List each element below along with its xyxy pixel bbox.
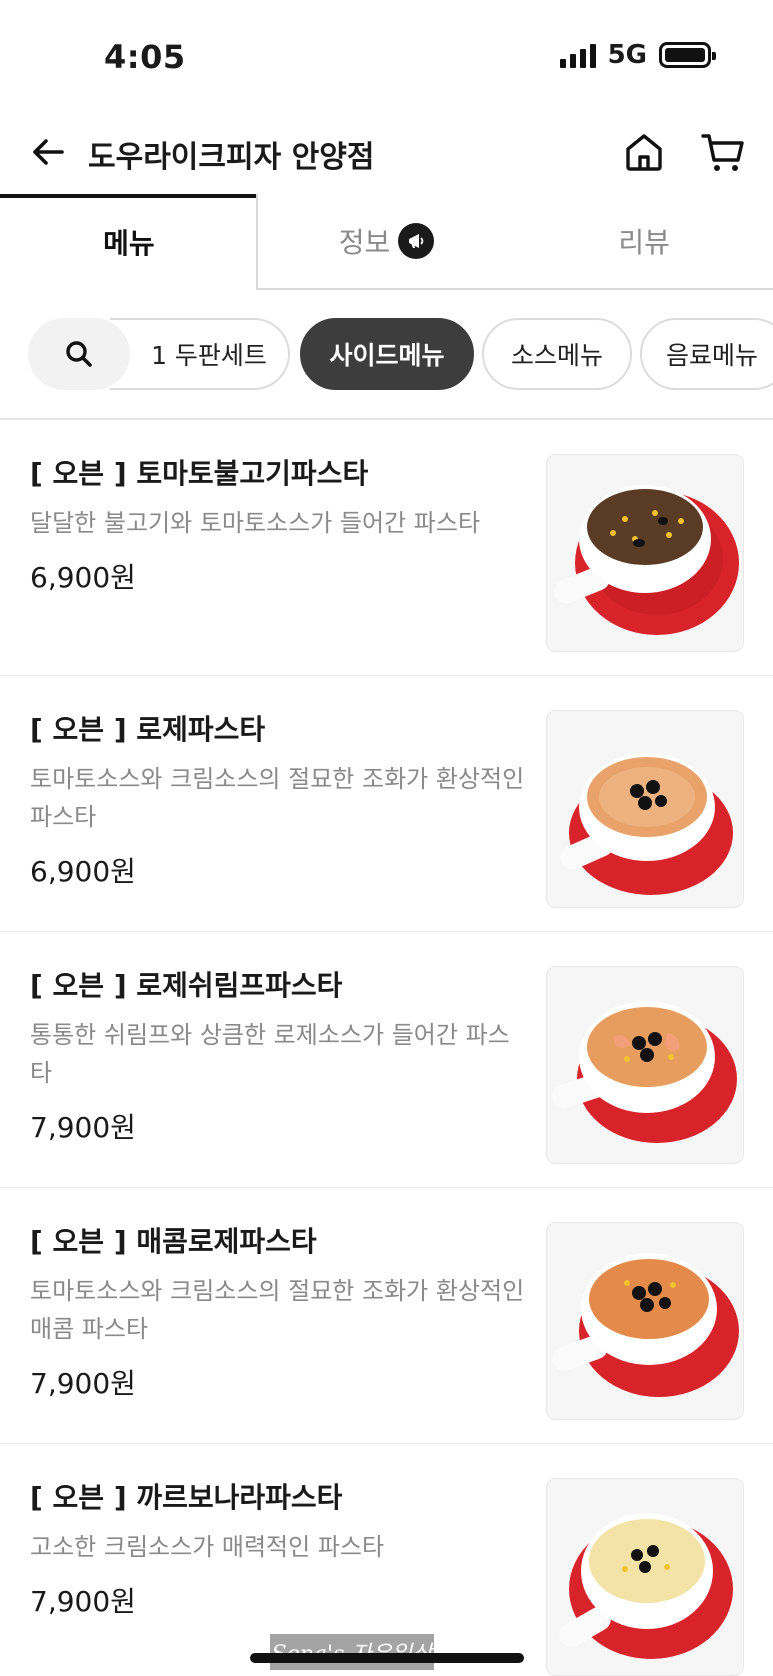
chip-side-menu[interactable]: 사이드메뉴	[300, 318, 474, 390]
home-indicator	[250, 1653, 524, 1663]
signal-icon	[559, 42, 596, 68]
status-indicators: 5G	[559, 40, 716, 70]
store-title: 도우라이크피자 안양점	[88, 140, 375, 175]
item-description: 토마토소스와 크림소스의 절묘한 조화가 환상적인 매콤 파스타	[30, 1277, 525, 1343]
spicy-rose-pasta-image	[546, 1222, 744, 1420]
item-name: [ 오븐 ] 까르보나라파스타	[30, 1481, 343, 1514]
item-name: [ 오븐 ] 로제쉬림프파스타	[30, 969, 343, 1002]
back-arrow-icon[interactable]	[28, 132, 68, 172]
megaphone-icon	[398, 223, 435, 259]
menu-item[interactable]: [ 오븐 ] 토마토불고기파스타 달달한 불고기와 토마토소스가 들어간 파스타…	[0, 420, 773, 676]
chip-drink-menu[interactable]: 음료메뉴	[640, 318, 773, 390]
category-chips: 1 두판세트 사이드메뉴 소스메뉴 음료메뉴	[0, 318, 773, 392]
rose-pasta-image	[546, 710, 744, 908]
tab-reviews[interactable]: 리뷰	[515, 194, 773, 290]
item-description: 토마토소스와 크림소스의 절묘한 조화가 환상적인 파스타	[30, 765, 525, 831]
store-tabs: 메뉴 정보 리뷰	[0, 194, 773, 290]
menu-list: [ 오븐 ] 토마토불고기파스타 달달한 불고기와 토마토소스가 들어간 파스타…	[0, 420, 773, 1676]
cart-icon[interactable]	[700, 130, 746, 174]
item-price: 7,900원	[30, 1111, 136, 1144]
carbonara-pasta-image	[546, 1478, 744, 1676]
item-price: 7,900원	[30, 1367, 136, 1400]
status-time: 4:05	[104, 38, 186, 76]
home-icon[interactable]	[622, 130, 666, 174]
search-button[interactable]	[28, 318, 130, 390]
item-name: [ 오븐 ] 토마토불고기파스타	[30, 457, 369, 490]
tomato-bulgogi-pasta-image	[546, 454, 744, 652]
tab-reviews-label: 리뷰	[618, 226, 670, 259]
app-header: 도우라이크피자 안양점	[0, 110, 773, 194]
tab-info-label: 정보	[338, 226, 391, 259]
tab-info[interactable]: 정보	[257, 194, 516, 290]
search-icon	[66, 341, 92, 367]
tab-menu[interactable]: 메뉴	[0, 194, 258, 290]
chip-sauce-menu[interactable]: 소스메뉴	[482, 318, 632, 390]
network-type: 5G	[607, 40, 647, 70]
menu-item[interactable]: [ 오븐 ] 로제쉬림프파스타 통통한 쉬림프와 상큼한 로제소스가 들어간 파…	[0, 932, 773, 1188]
menu-item[interactable]: [ 오븐 ] 매콤로제파스타 토마토소스와 크림소스의 절묘한 조화가 환상적인…	[0, 1188, 773, 1444]
rose-shrimp-pasta-image	[546, 966, 744, 1164]
item-price: 6,900원	[30, 561, 136, 594]
battery-icon	[659, 42, 716, 68]
item-price: 6,900원	[30, 855, 136, 888]
item-description: 통통한 쉬림프와 상큼한 로제소스가 들어간 파스타	[30, 1021, 510, 1087]
item-price: 7,900원	[30, 1585, 136, 1618]
chip-two-pizza-set[interactable]: 1 두판세트	[110, 318, 290, 390]
menu-item[interactable]: [ 오븐 ] 로제파스타 토마토소스와 크림소스의 절묘한 조화가 환상적인 파…	[0, 676, 773, 932]
item-description: 달달한 불고기와 토마토소스가 들어간 파스타	[30, 509, 481, 537]
item-description: 고소한 크림소스가 매력적인 파스타	[30, 1533, 385, 1561]
status-bar: 4:05 5G	[0, 0, 773, 110]
item-name: [ 오븐 ] 매콤로제파스타	[30, 1225, 317, 1258]
watermark: Sena's 자유일상	[270, 1634, 434, 1670]
tab-menu-label: 메뉴	[103, 227, 155, 260]
item-name: [ 오븐 ] 로제파스타	[30, 713, 266, 746]
